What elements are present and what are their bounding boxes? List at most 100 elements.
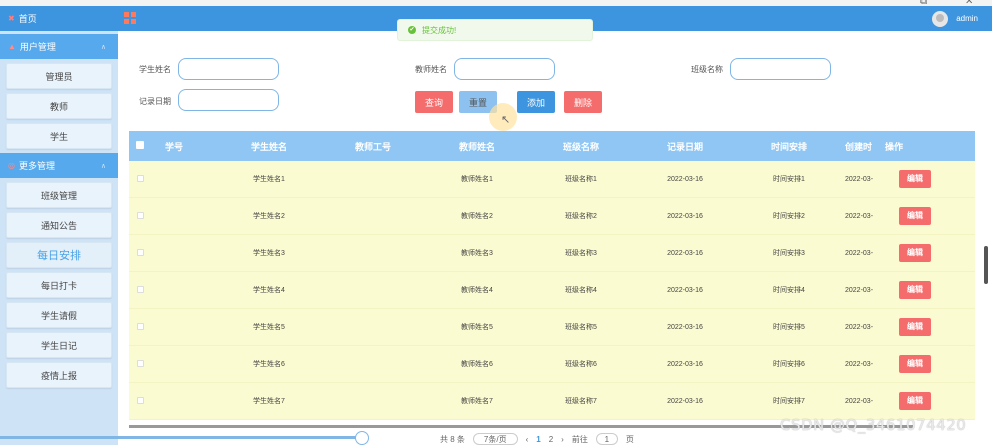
sidebar-item-label: 首页 xyxy=(18,14,37,24)
edit-button[interactable]: 编辑 xyxy=(899,281,931,299)
page-size-select[interactable]: 7条/页 xyxy=(472,433,518,445)
cell-created: 2022-03- xyxy=(845,286,874,294)
cell-created: 2022-03- xyxy=(845,175,874,183)
cell-student-name: 学生姓名4 xyxy=(253,287,285,294)
cell-class-name: 班级名称7 xyxy=(565,398,597,405)
sidebar-group-label: 更多管理 xyxy=(18,161,55,171)
sidebar-item-class-management[interactable]: 班级管理 xyxy=(6,182,112,208)
cell-record-date: 2022-03-16 xyxy=(667,175,703,183)
page-2-button[interactable]: 2 xyxy=(549,435,553,444)
edit-button[interactable]: 编辑 xyxy=(899,170,931,188)
chevron-up-icon: ∧ xyxy=(100,162,106,170)
goto-input[interactable]: 1 xyxy=(595,433,618,445)
cell-class-name: 班级名称2 xyxy=(565,213,597,220)
cell-record-date: 2022-03-16 xyxy=(667,286,703,294)
cell-schedule: 时间安排5 xyxy=(773,324,805,331)
add-button[interactable]: 添加 xyxy=(517,91,555,113)
chevron-up-icon: ∧ xyxy=(100,43,106,51)
row-checkbox[interactable] xyxy=(129,285,151,295)
vertical-scrollbar[interactable] xyxy=(984,246,988,284)
class-name-label: 班级名称 xyxy=(691,65,723,74)
record-date-input[interactable] xyxy=(178,89,279,111)
col-student-name[interactable]: 学生姓名 xyxy=(217,140,321,153)
sidebar-item-notice[interactable]: 通知公告 xyxy=(6,212,112,238)
col-class-name[interactable]: 班级名称 xyxy=(529,140,633,153)
sidebar-item-epidemic-report[interactable]: 疫情上报 xyxy=(6,362,112,388)
sidebar-group-user-management[interactable]: ▲ 用户管理 ∧ xyxy=(0,34,118,59)
sidebar-group-more-management[interactable]: ◎ 更多管理 ∧ xyxy=(0,153,118,178)
col-student-no[interactable]: 学号 xyxy=(151,140,217,153)
menu-grid-icon[interactable] xyxy=(124,12,136,24)
teacher-name-label: 教师姓名 xyxy=(415,65,447,74)
cell-teacher-name: 教师姓名7 xyxy=(461,398,493,405)
username[interactable]: admin xyxy=(956,14,978,23)
cell-teacher-name: 教师姓名5 xyxy=(461,324,493,331)
cell-record-date: 2022-03-16 xyxy=(667,212,703,220)
col-teacher-no[interactable]: 教师工号 xyxy=(321,140,425,153)
query-button[interactable]: 查询 xyxy=(415,91,453,113)
cell-schedule: 时间安排2 xyxy=(773,213,805,220)
sidebar-item-teacher[interactable]: 教师 xyxy=(6,93,112,119)
col-created[interactable]: 创建时 xyxy=(841,140,885,153)
cell-action: 编辑 xyxy=(885,318,945,336)
edit-button[interactable]: 编辑 xyxy=(899,207,931,225)
delete-button[interactable]: 删除 xyxy=(564,91,602,113)
cell-class-name: 班级名称4 xyxy=(565,287,597,294)
sidebar-item-student[interactable]: 学生 xyxy=(6,123,112,149)
search-form: 学生姓名 教师姓名 班级名称 记录日期 查询 重置 添加 删除 xyxy=(118,31,992,131)
table-row: 学生姓名2 教师姓名2 班级名称2 2022-03-16 时间安排2 2022-… xyxy=(129,198,975,235)
goto-unit: 页 xyxy=(625,434,634,444)
teacher-name-input[interactable] xyxy=(454,58,555,80)
table-header: 学号 学生姓名 教师工号 教师姓名 班级名称 记录日期 时间安排 创建时 操作 xyxy=(129,131,975,161)
student-name-input[interactable] xyxy=(178,58,279,80)
edit-button[interactable]: 编辑 xyxy=(899,392,931,410)
cell-student-name: 学生姓名6 xyxy=(253,361,285,368)
select-all-checkbox[interactable] xyxy=(129,141,151,151)
video-progress-thumb[interactable] xyxy=(355,431,369,445)
sidebar-item-leave[interactable]: 学生请假 xyxy=(6,302,112,328)
cell-teacher-name: 教师姓名3 xyxy=(461,250,493,257)
cell-action: 编辑 xyxy=(885,244,945,262)
cell-class-name: 班级名称6 xyxy=(565,361,597,368)
cell-student-name: 学生姓名1 xyxy=(253,176,285,183)
cell-record-date: 2022-03-16 xyxy=(667,323,703,331)
sidebar-item-diary[interactable]: 学生日记 xyxy=(6,332,112,358)
table-row: 学生姓名3 教师姓名3 班级名称3 2022-03-16 时间安排3 2022-… xyxy=(129,235,975,272)
cell-teacher-name: 教师姓名2 xyxy=(461,213,493,220)
edit-button[interactable]: 编辑 xyxy=(899,318,931,336)
avatar[interactable] xyxy=(932,11,948,27)
row-checkbox[interactable] xyxy=(129,359,151,369)
cell-student-name: 学生姓名7 xyxy=(253,398,285,405)
cell-teacher-name: 教师姓名4 xyxy=(461,287,493,294)
cell-student-name: 学生姓名3 xyxy=(253,250,285,257)
col-schedule[interactable]: 时间安排 xyxy=(737,140,841,153)
cell-student-name: 学生姓名5 xyxy=(253,324,285,331)
col-record-date[interactable]: 记录日期 xyxy=(633,140,737,153)
page-1-button[interactable]: 1 xyxy=(536,435,540,444)
row-checkbox[interactable] xyxy=(129,174,151,184)
sidebar-group-label: 用户管理 xyxy=(19,42,56,52)
cell-action: 编辑 xyxy=(885,170,945,188)
cell-teacher-name: 教师姓名6 xyxy=(461,361,493,368)
next-page-button[interactable]: › xyxy=(561,435,564,444)
edit-button[interactable]: 编辑 xyxy=(899,244,931,262)
cell-schedule: 时间安排7 xyxy=(773,398,805,405)
row-checkbox[interactable] xyxy=(129,322,151,332)
cell-class-name: 班级名称5 xyxy=(565,324,597,331)
sidebar-item-admin[interactable]: 管理员 xyxy=(6,63,112,89)
sidebar-item-home[interactable]: ✖ 首页 xyxy=(0,6,118,31)
sidebar-item-daily-checkin[interactable]: 每日打卡 xyxy=(6,272,112,298)
col-teacher-name[interactable]: 教师姓名 xyxy=(425,140,529,153)
video-progress-track[interactable] xyxy=(0,436,365,439)
prev-page-button[interactable]: ‹ xyxy=(526,435,529,444)
class-name-input[interactable] xyxy=(730,58,831,80)
row-checkbox[interactable] xyxy=(129,211,151,221)
row-checkbox[interactable] xyxy=(129,396,151,406)
cell-class-name: 班级名称3 xyxy=(565,250,597,257)
record-date-label: 记录日期 xyxy=(139,97,171,106)
cell-created: 2022-03- xyxy=(845,360,874,368)
goto-label: 前往 xyxy=(571,434,588,444)
edit-button[interactable]: 编辑 xyxy=(899,355,931,373)
row-checkbox[interactable] xyxy=(129,248,151,258)
sidebar-item-daily-schedule[interactable]: 每日安排 xyxy=(6,242,112,268)
